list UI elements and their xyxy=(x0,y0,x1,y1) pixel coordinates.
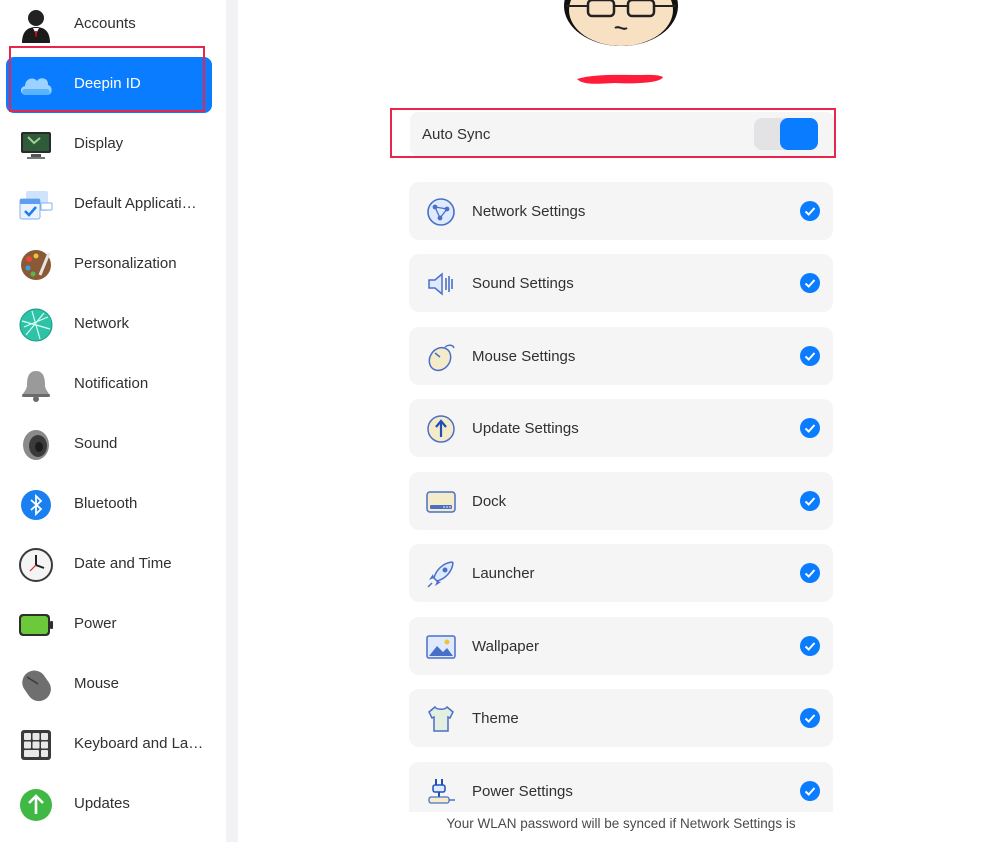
network-settings-icon xyxy=(427,198,455,226)
sidebar-item-default-applications[interactable]: Default Applicati… xyxy=(6,177,212,233)
sidebar-item-keyboard-and-language[interactable]: Keyboard and La… xyxy=(6,717,212,773)
sync-item-label: Theme xyxy=(472,710,519,727)
sync-item-mouse-settings[interactable]: Mouse Settings xyxy=(409,327,833,385)
sync-item-sound-settings[interactable]: Sound Settings xyxy=(409,254,833,312)
sync-item-label: Power Settings xyxy=(472,783,573,800)
sync-item-label: Dock xyxy=(472,493,507,510)
sync-item-launcher[interactable]: Launcher xyxy=(409,544,833,602)
wallpaper-icon xyxy=(426,635,456,659)
sidebar-item-personalization[interactable]: Personalization xyxy=(6,237,212,293)
sidebar-item-label: Network xyxy=(74,315,130,332)
sidebar-item-label: Default Applicati… xyxy=(74,195,197,212)
toggle-knob xyxy=(780,118,818,150)
sidebar-item-label: Power xyxy=(74,615,117,632)
sync-item-update-settings[interactable]: Update Settings xyxy=(409,399,833,457)
sidebar-item-label: Keyboard and La… xyxy=(74,735,204,752)
speaker-icon xyxy=(23,430,49,460)
sidebar-item-updates[interactable]: Updates xyxy=(6,777,212,833)
redacted-username xyxy=(577,74,663,84)
cloud-icon xyxy=(20,78,52,95)
sidebar-item-sound[interactable]: Sound xyxy=(6,417,212,473)
palette-icon xyxy=(21,250,51,280)
sidebar-item-mouse[interactable]: Mouse xyxy=(6,657,212,713)
checkmark-icon[interactable] xyxy=(800,781,820,801)
sidebar-item-label: Bluetooth xyxy=(74,495,138,512)
checkmark-icon[interactable] xyxy=(800,563,820,583)
sync-item-label: Update Settings xyxy=(472,420,579,437)
sync-item-label: Mouse Settings xyxy=(472,348,576,365)
sidebar-divider xyxy=(226,0,238,842)
auto-sync-toggle[interactable] xyxy=(754,118,818,150)
update-settings-icon xyxy=(427,415,455,443)
mouse-icon xyxy=(22,670,51,702)
sidebar-item-label: Mouse xyxy=(74,675,120,692)
shirt-icon xyxy=(428,705,454,732)
sync-item-label: Launcher xyxy=(472,565,535,582)
sidebar-item-accounts[interactable]: Accounts xyxy=(6,0,212,53)
sidebar-item-label: Personalization xyxy=(74,255,177,272)
sync-item-label: Sound Settings xyxy=(472,275,574,292)
sidebar-item-label: Accounts xyxy=(74,15,136,32)
sync-item-theme[interactable]: Theme xyxy=(409,689,833,747)
checkmark-icon[interactable] xyxy=(800,273,820,293)
power-plug-icon xyxy=(428,779,455,804)
accounts-icon xyxy=(22,10,50,43)
sidebar-item-display[interactable]: Display xyxy=(6,117,212,173)
checkmark-icon[interactable] xyxy=(800,201,820,221)
sound-settings-icon xyxy=(428,272,453,296)
avatar xyxy=(564,0,678,46)
checkmark-icon[interactable] xyxy=(800,418,820,438)
sidebar-item-label: Updates xyxy=(74,795,130,812)
bluetooth-icon xyxy=(21,490,51,520)
sidebar-item-label: Notification xyxy=(74,375,149,392)
sync-item-wallpaper[interactable]: Wallpaper xyxy=(409,617,833,675)
sync-item-dock[interactable]: Dock xyxy=(409,472,833,530)
checkmark-icon[interactable] xyxy=(800,346,820,366)
display-icon xyxy=(21,132,51,159)
sidebar-item-bluetooth[interactable]: Bluetooth xyxy=(6,477,212,533)
sidebar: Accounts Deepin ID Display Default Appli… xyxy=(0,0,226,842)
dock-icon xyxy=(426,491,456,513)
checkmark-icon[interactable] xyxy=(800,708,820,728)
sidebar-item-label: Sound xyxy=(74,435,118,452)
auto-sync-label: Auto Sync xyxy=(422,126,491,143)
rocket-icon xyxy=(427,561,454,588)
sidebar-item-label: Display xyxy=(74,135,124,152)
keyboard-icon xyxy=(21,730,51,760)
sidebar-item-deepin-id[interactable]: Deepin ID xyxy=(6,57,212,113)
sync-item-power-settings[interactable]: Power Settings xyxy=(409,762,833,812)
sidebar-item-power[interactable]: Power xyxy=(6,597,212,653)
sync-footer-note: Your WLAN password will be synced if Net… xyxy=(446,816,796,831)
default-apps-icon xyxy=(19,191,53,220)
clock-icon xyxy=(19,548,53,582)
bell-icon xyxy=(22,371,50,402)
sync-item-label: Network Settings xyxy=(472,203,586,220)
sidebar-item-date-and-time[interactable]: Date and Time xyxy=(6,537,212,593)
sidebar-item-label: Deepin ID xyxy=(74,75,141,92)
checkmark-icon[interactable] xyxy=(800,636,820,656)
sidebar-item-notification[interactable]: Notification xyxy=(6,357,212,413)
auto-sync-row: Auto Sync xyxy=(390,108,836,158)
network-globe-icon xyxy=(19,308,53,342)
sync-item-label: Wallpaper xyxy=(472,638,539,655)
sync-item-network-settings[interactable]: Network Settings xyxy=(409,182,833,240)
sidebar-item-network[interactable]: Network xyxy=(6,297,212,353)
checkmark-icon[interactable] xyxy=(800,491,820,511)
update-arrow-icon xyxy=(20,789,52,821)
mouse-settings-icon xyxy=(428,344,455,372)
battery-icon xyxy=(19,614,53,636)
sidebar-item-label: Date and Time xyxy=(74,555,172,572)
